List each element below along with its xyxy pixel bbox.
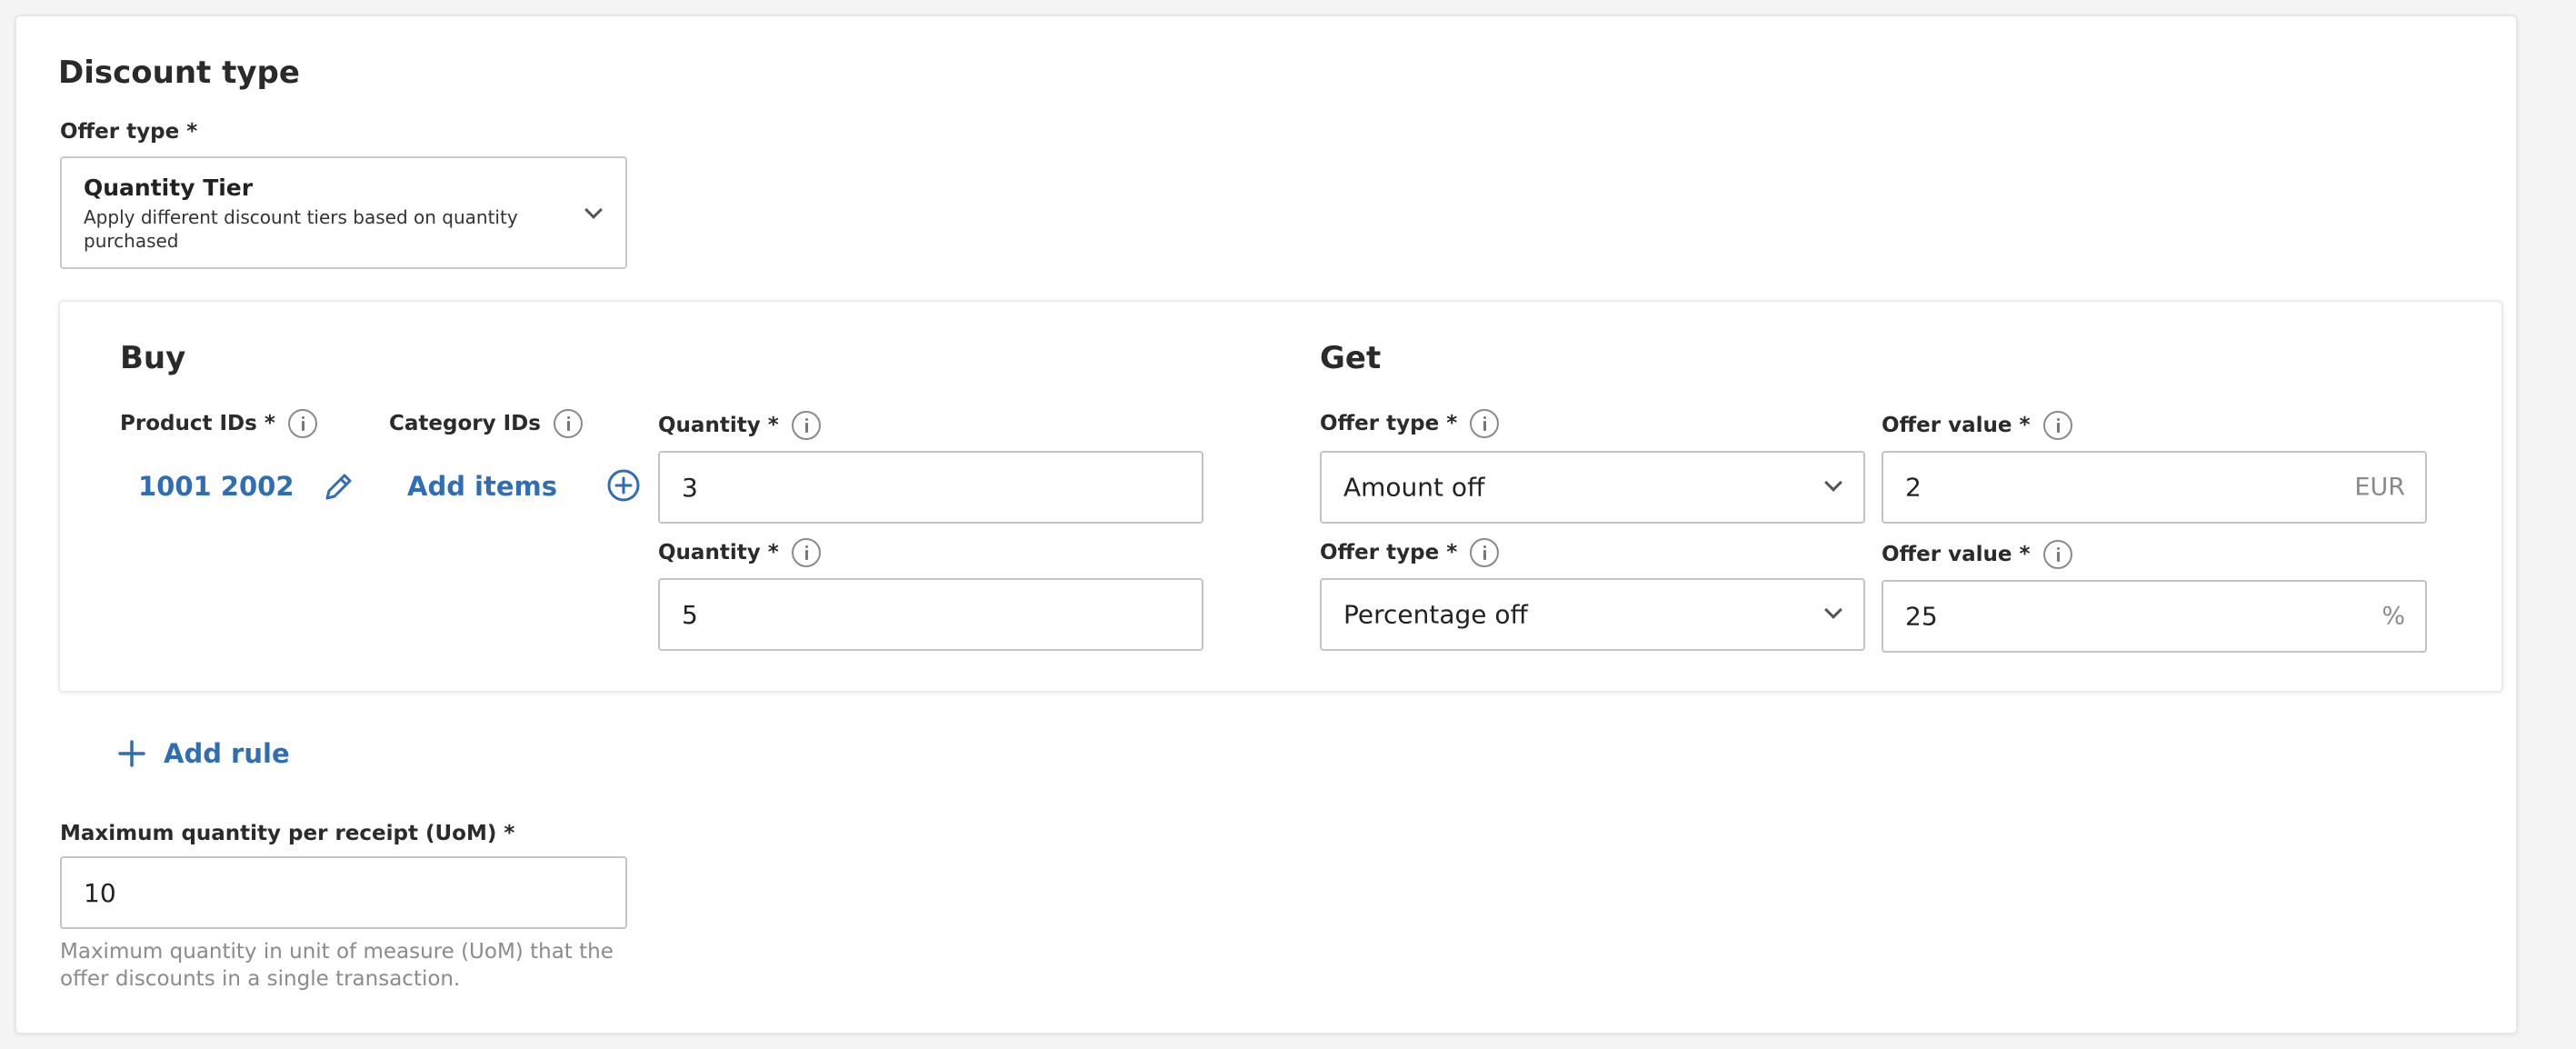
plus-icon [118,740,145,767]
quantity-input-tier-2[interactable] [658,578,1203,651]
info-icon[interactable] [2042,411,2072,440]
offer-value-label-text: Offer value * [1882,414,2031,437]
info-icon[interactable] [1470,409,1500,438]
offer-type-selected-value: Amount off [1343,472,1485,503]
offer-value-label-text: Offer value * [1882,543,2031,566]
max-quantity-input[interactable] [60,856,627,929]
product-ids-value[interactable]: 1001 2002 [138,471,295,502]
offer-type-selected-title: Quantity Tier [84,175,254,201]
info-icon[interactable] [791,411,821,440]
percent-unit: % [2381,602,2405,631]
add-rule-button[interactable]: Add rule [116,738,290,769]
max-quantity-helper-text: Maximum quantity in unit of measure (UoM… [60,940,614,991]
offer-type-select[interactable]: Quantity Tier Apply different discount t… [60,156,627,269]
buy-title: Buy [120,340,186,376]
max-quantity-label: Maximum quantity per receipt (UoM) * [60,822,515,845]
quantity-label: Quantity * [658,411,821,440]
discount-type-card: Discount type Offer type * Quantity Tier… [15,15,2518,1034]
offer-type-selected-description: Apply different discount tiers based on … [84,206,518,252]
add-circle-icon[interactable] [605,467,642,504]
offer-type-label-text: Offer type * [1320,541,1458,564]
add-items-link[interactable]: Add items [407,471,557,502]
info-icon[interactable] [287,409,317,438]
offer-value-label: Offer value * [1882,411,2072,440]
currency-unit: EUR [2354,473,2405,502]
section-title: Discount type [58,55,300,91]
offer-value-text: 25 [1905,601,1938,632]
offer-type-select-tier-2[interactable]: Percentage off [1320,578,1865,651]
pencil-icon[interactable] [320,469,356,505]
offer-type-label: Offer type * [1320,409,1500,438]
offer-type-label: Offer type * [1320,538,1500,567]
quantity-label-text: Quantity * [658,541,779,564]
add-rule-label: Add rule [164,738,290,769]
offer-type-selected-value: Percentage off [1343,599,1528,630]
quantity-label-text: Quantity * [658,414,779,437]
info-icon[interactable] [1470,538,1500,567]
info-icon[interactable] [553,409,583,438]
tier-rule-panel: Buy Product IDs * 1001 2002 Category IDs… [58,300,2503,693]
offer-type-label: Offer type * [60,120,198,144]
category-ids-label-text: Category IDs [389,412,541,435]
offer-type-select-tier-1[interactable]: Amount off [1320,451,1865,524]
get-title: Get [1320,340,1382,376]
product-ids-label: Product IDs * [120,409,317,438]
info-icon[interactable] [791,538,821,567]
quantity-input-tier-1[interactable] [658,451,1203,524]
chevron-down-icon [1824,601,1842,619]
offer-value-label: Offer value * [1882,540,2072,569]
product-ids-label-text: Product IDs * [120,412,275,435]
chevron-down-icon [584,201,603,219]
category-ids-label: Category IDs [389,409,583,438]
offer-type-label-text: Offer type * [1320,412,1458,435]
chevron-down-icon [1824,474,1842,492]
offer-value-input-tier-1[interactable]: 2 EUR [1882,451,2427,524]
info-icon[interactable] [2042,540,2072,569]
offer-value-text: 2 [1905,472,1922,503]
offer-value-input-tier-2[interactable]: 25 % [1882,580,2427,653]
quantity-label: Quantity * [658,538,821,567]
